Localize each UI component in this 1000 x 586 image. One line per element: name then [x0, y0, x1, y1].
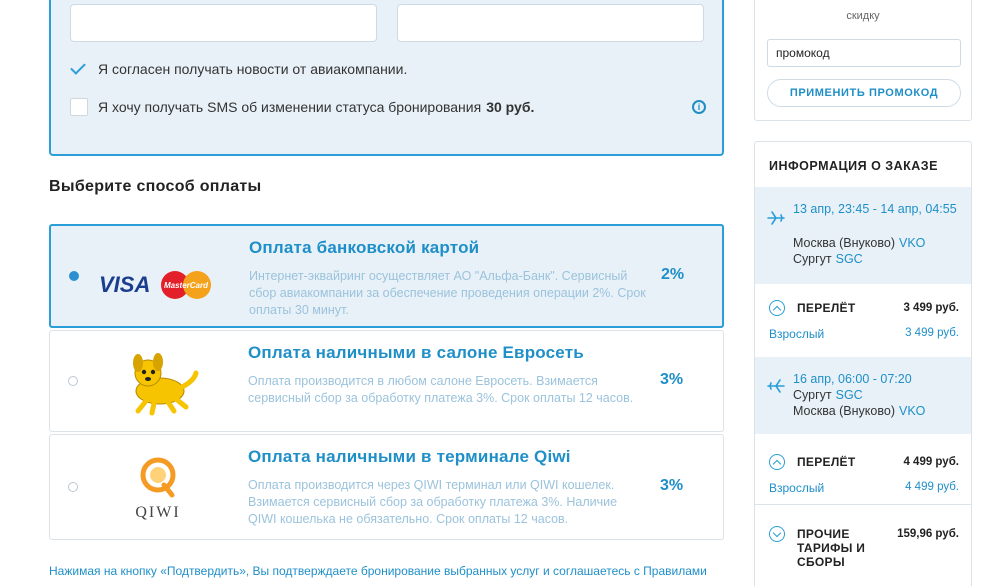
flight-outbound-time: 13 апр, 23:45 - 14 апр, 04:55 [793, 202, 957, 216]
news-subscription-row[interactable]: Я согласен получать новости от авиакомпа… [70, 60, 407, 78]
sms-notification-row[interactable]: Я хочу получать SMS об изменении статуса… [70, 98, 534, 116]
passenger-type: Взрослый [769, 481, 825, 495]
payment-fee-euroset: 3% [660, 371, 684, 388]
flight-outbound-to: Сургут SGC [793, 251, 863, 267]
other-fees-label: ПРОЧИЕ ТАРИФЫ И СБОРЫ [797, 527, 866, 569]
segment-label: ПЕРЕЛЁТ [797, 301, 856, 315]
payment-section-title: Выберите способ оплаты [49, 178, 262, 195]
from-city: Сургут [793, 388, 832, 402]
flight-return-time: 16 апр, 06:00 - 07:20 [793, 372, 912, 386]
promo-code-input[interactable] [767, 39, 961, 67]
other-fees-price: 159,96 руб. [897, 528, 959, 540]
promo-code-panel: скидку ПРИМЕНИТЬ ПРОМОКОД [754, 0, 972, 121]
passenger-price: 3 499 руб. [905, 327, 959, 339]
payment-radio-qiwi[interactable] [68, 482, 78, 492]
payment-radio-euroset[interactable] [68, 376, 78, 386]
payment-desc-qiwi: Оплата производится через QIWI терминал … [248, 478, 618, 526]
passenger-type: Взрослый [769, 327, 825, 341]
to-city: Сургут [793, 252, 832, 266]
flight-outbound: 13 апр, 23:45 - 14 апр, 04:55 Москва (Вн… [755, 187, 971, 284]
contact-preferences-panel: Я согласен получать новости от авиакомпа… [49, 0, 724, 156]
flight-return-from: Сургут SGC [793, 387, 863, 403]
flight-return: 16 апр, 06:00 - 07:20 Сургут SGC Москва (… [755, 357, 971, 434]
payment-option-card[interactable]: VISA MasterCard Оплата банковской картой… [49, 224, 724, 328]
order-info-title: ИНФОРМАЦИЯ О ЗАКАЗЕ [769, 159, 938, 173]
contact-field-1[interactable] [70, 4, 377, 42]
chevron-up-icon[interactable] [769, 454, 785, 470]
qiwi-logo-text: QIWI [135, 504, 180, 521]
plane-departure-icon [767, 211, 785, 225]
apply-promo-button[interactable]: ПРИМЕНИТЬ ПРОМОКОД [767, 79, 961, 107]
chevron-up-icon[interactable] [769, 300, 785, 316]
segment-price: 3 499 руб. [903, 302, 959, 314]
plane-arrival-icon [767, 379, 785, 393]
payment-radio-card[interactable] [69, 271, 79, 281]
sms-checkbox-label: Я хочу получать SMS об изменении статуса… [98, 99, 482, 115]
to-city: Москва (Внуково) [793, 404, 895, 418]
flight-return-to: Москва (Внуково) VKO [793, 403, 925, 419]
info-icon[interactable]: i [692, 100, 706, 114]
contact-field-2[interactable] [397, 4, 704, 42]
payment-title-card: Оплата банковской картой [249, 238, 480, 257]
from-code: VKO [898, 236, 926, 250]
passenger-row: Взрослый 3 499 руб. [769, 327, 959, 341]
to-code: VKO [898, 404, 926, 418]
mastercard-logo-text: MasterCard [164, 281, 209, 290]
visa-mastercard-logo: VISA MasterCard [99, 271, 211, 299]
payment-title-euroset: Оплата наличными в салоне Евросеть [248, 343, 584, 362]
news-checkbox[interactable] [70, 60, 88, 78]
payment-option-qiwi[interactable]: QIWI Оплата наличными в терминале Qiwi О… [49, 434, 724, 540]
divider [755, 504, 971, 505]
to-code: SGC [835, 252, 863, 266]
euroset-dog-logo [133, 353, 199, 416]
qiwi-logo: QIWI [135, 457, 180, 521]
segment-price: 4 499 руб. [903, 456, 959, 468]
order-info-panel: ИНФОРМАЦИЯ О ЗАКАЗЕ 13 апр, 23:45 - 14 а… [754, 141, 972, 586]
payment-option-euroset[interactable]: Оплата наличными в салоне Евросеть Оплат… [49, 330, 724, 432]
promo-caption: скидку [846, 10, 880, 22]
sms-price: 30 руб. [486, 99, 535, 115]
passenger-row: Взрослый 4 499 руб. [769, 481, 959, 495]
payment-fee-card: 2% [661, 266, 685, 283]
payment-desc-card: Интернет-эквайринг осуществляет АО "Альф… [249, 269, 646, 317]
segment-label: ПЕРЕЛЁТ [797, 455, 856, 469]
flight-outbound-from: Москва (Внуково) VKO [793, 235, 925, 251]
terms-disclaimer: Нажимая на кнопку «Подтвердить», Вы подт… [49, 564, 707, 578]
news-checkbox-label: Я согласен получать новости от авиакомпа… [98, 61, 408, 77]
sms-checkbox[interactable] [70, 98, 88, 116]
from-code: SGC [835, 388, 863, 402]
from-city: Москва (Внуково) [793, 236, 895, 250]
payment-fee-qiwi: 3% [660, 477, 684, 494]
visa-logo-text: VISA [99, 272, 150, 297]
chevron-down-icon[interactable] [769, 526, 785, 542]
passenger-price: 4 499 руб. [905, 481, 959, 493]
payment-desc-euroset: Оплата производится в любом салоне Еврос… [248, 374, 634, 405]
payment-title-qiwi: Оплата наличными в терминале Qiwi [248, 447, 571, 466]
